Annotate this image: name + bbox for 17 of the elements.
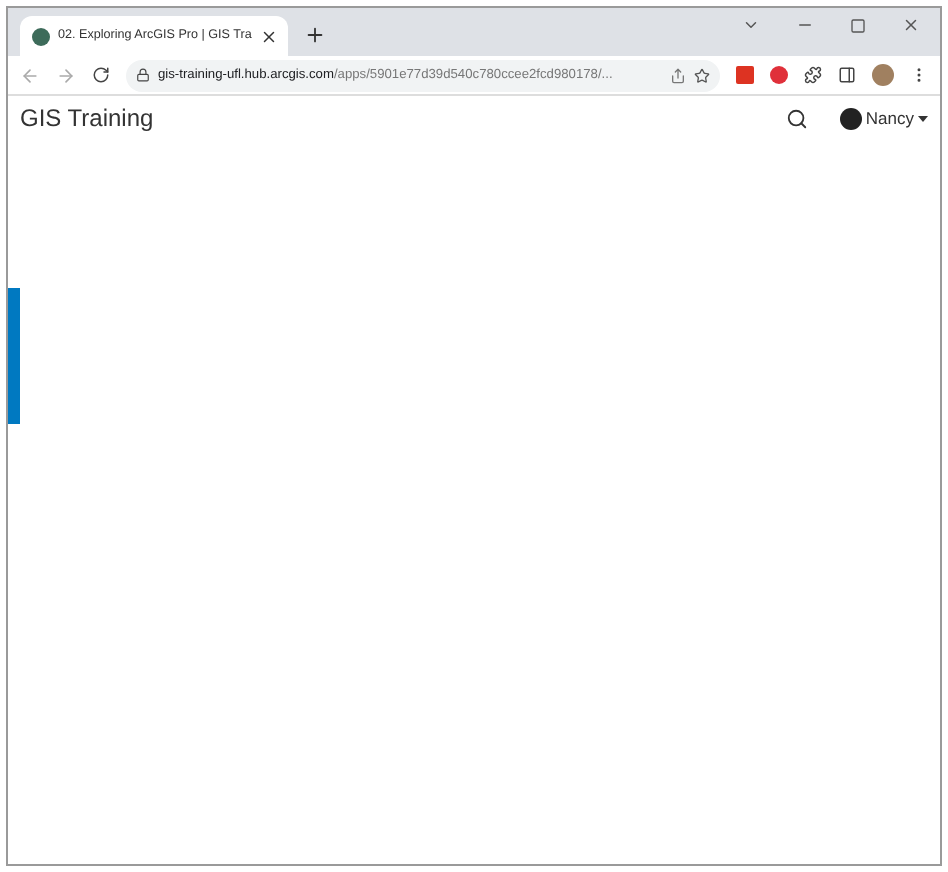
avatar-icon — [839, 107, 862, 129]
close-window-icon[interactable] — [902, 16, 920, 34]
site-title[interactable]: GIS Training — [20, 100, 154, 136]
side-panel-icon[interactable] — [838, 66, 856, 84]
close-icon[interactable] — [259, 27, 278, 45]
new-tab-icon[interactable] — [304, 24, 326, 46]
user-menu[interactable]: Nancy — [839, 105, 928, 131]
extensions-icon[interactable] — [804, 66, 822, 84]
tab-search-icon[interactable] — [742, 16, 760, 34]
caret-icon — [918, 115, 928, 121]
reload-icon[interactable] — [92, 66, 110, 84]
share-icon[interactable] — [670, 67, 686, 83]
lock-icon — [136, 68, 150, 82]
maximize-icon[interactable] — [850, 17, 866, 33]
search-icon[interactable] — [785, 107, 808, 129]
profile-avatar[interactable] — [872, 64, 894, 86]
star-icon[interactable] — [694, 67, 710, 83]
